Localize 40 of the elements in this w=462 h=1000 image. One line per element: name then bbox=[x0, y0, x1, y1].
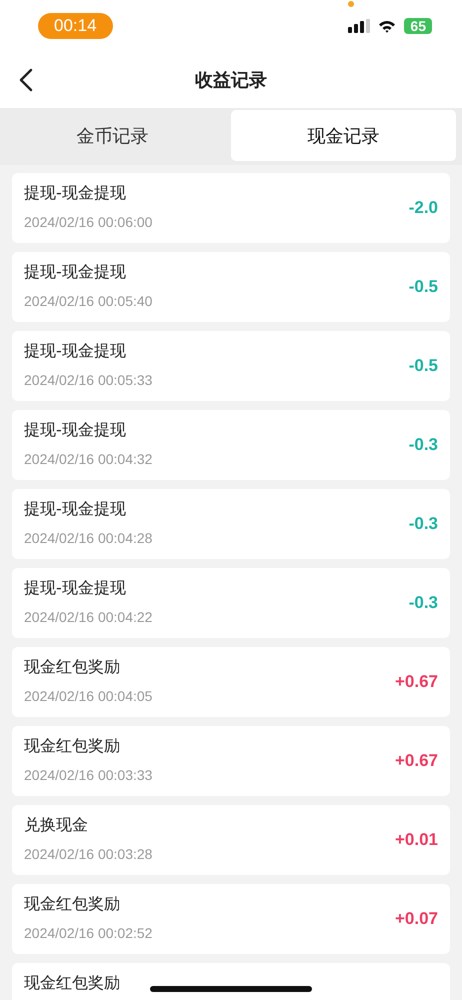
back-icon[interactable] bbox=[19, 68, 33, 92]
record-title: 现金红包奖励 bbox=[24, 894, 121, 915]
record-amount: +0.67 bbox=[394, 672, 438, 692]
record-time: 2024/02/16 00:06:00 bbox=[24, 214, 152, 230]
record-title: 现金红包奖励 bbox=[24, 973, 120, 994]
signal-icon bbox=[348, 19, 370, 33]
record-title: 提现-现金提现 bbox=[24, 420, 127, 441]
tab[interactable]: 金币记录 bbox=[0, 110, 225, 161]
record-time: 2024/02/16 00:04:22 bbox=[24, 609, 152, 625]
page-title: 收益记录 bbox=[195, 69, 267, 92]
battery-indicator: 65 bbox=[404, 18, 432, 34]
record-title: 兑换现金 bbox=[24, 815, 89, 836]
record-time: 2024/02/16 00:05:33 bbox=[24, 372, 152, 388]
record-title: 提现-现金提现 bbox=[24, 578, 127, 599]
record-time: 2024/02/16 00:02:52 bbox=[24, 925, 152, 941]
record-amount: +0.67 bbox=[394, 751, 438, 771]
record-time: 2024/02/16 00:04:05 bbox=[24, 688, 152, 704]
record-time: 2024/02/16 00:03:33 bbox=[24, 767, 152, 783]
record-time: 2024/02/16 00:05:40 bbox=[24, 293, 152, 309]
wifi-icon bbox=[378, 20, 396, 32]
record-title: 现金红包奖励 bbox=[24, 657, 121, 678]
privacy-dot-icon bbox=[348, 1, 354, 7]
record-title: 现金红包奖励 bbox=[24, 736, 121, 757]
record-title: 提现-现金提现 bbox=[24, 499, 127, 520]
tab[interactable]: 现金记录 bbox=[231, 110, 456, 161]
record-time: 2024/02/16 00:04:32 bbox=[24, 451, 152, 467]
record-time: 2024/02/16 00:04:28 bbox=[24, 530, 152, 546]
record-time: 2024/02/16 00:03:28 bbox=[24, 846, 152, 862]
record-amount: -2.0 bbox=[408, 198, 438, 218]
record-amount: -0.3 bbox=[408, 593, 438, 613]
record-amount: -0.3 bbox=[408, 435, 438, 455]
record-title: 提现-现金提现 bbox=[24, 183, 127, 204]
record-amount: +0.07 bbox=[394, 909, 438, 929]
status-time: 00:14 bbox=[38, 13, 113, 39]
record-title: 提现-现金提现 bbox=[24, 262, 127, 283]
record-amount: -0.3 bbox=[408, 514, 438, 534]
record-amount: -0.5 bbox=[408, 277, 438, 297]
record-amount: -0.5 bbox=[408, 356, 438, 376]
record-amount: +0.01 bbox=[394, 830, 438, 850]
record-title: 提现-现金提现 bbox=[24, 341, 127, 362]
